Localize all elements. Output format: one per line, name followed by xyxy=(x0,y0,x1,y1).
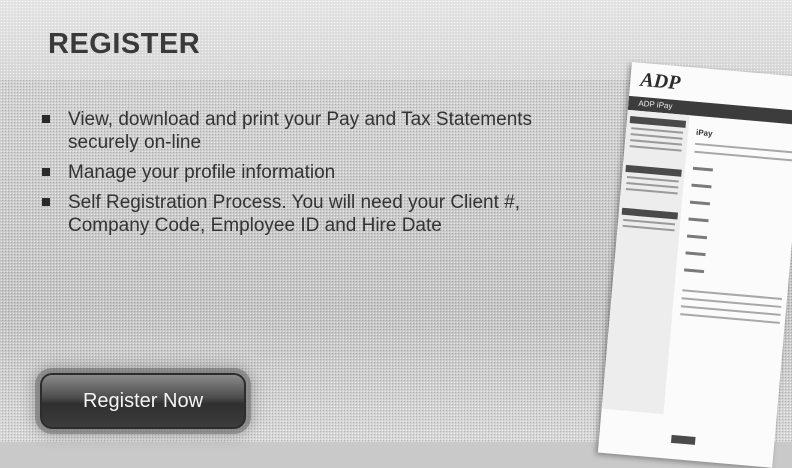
square-bullet-icon xyxy=(42,115,50,123)
thumbnail-line xyxy=(680,313,780,324)
thumbnail-field xyxy=(689,200,711,206)
thumbnail-line xyxy=(694,150,792,162)
page-title: REGISTER xyxy=(48,28,201,60)
thumbnail-sidebar-block xyxy=(629,116,687,128)
thumbnail-field xyxy=(686,234,708,240)
slide-background: REGISTER View, download and print your P… xyxy=(0,0,792,468)
list-item: Manage your profile information xyxy=(42,161,602,184)
register-now-button[interactable]: Register Now xyxy=(40,373,246,429)
thumbnail-field xyxy=(691,183,712,189)
square-bullet-icon xyxy=(42,198,50,206)
thumbnail-submit-button xyxy=(670,434,696,445)
thumbnail-line xyxy=(626,176,679,183)
thumbnail-heading: iPay xyxy=(695,127,713,139)
thumbnail-line xyxy=(623,218,676,226)
thumbnail-field xyxy=(685,251,706,257)
thumbnail-line xyxy=(630,133,683,140)
thumbnail-line xyxy=(631,127,684,134)
thumbnail-line xyxy=(622,224,675,232)
thumbnail-main: iPay xyxy=(680,128,792,324)
thumbnail-line xyxy=(625,187,678,195)
adp-logo: ADP xyxy=(639,68,682,95)
thumbnail-field xyxy=(683,268,705,274)
thumbnail-sidebar-block xyxy=(625,164,682,177)
feature-list: View, download and print your Pay and Ta… xyxy=(42,108,602,244)
list-item: View, download and print your Pay and Ta… xyxy=(42,108,602,154)
list-item-text: Manage your profile information xyxy=(68,162,336,183)
thumbnail-line xyxy=(629,145,682,152)
list-item: Self Registration Process. You will need… xyxy=(42,191,602,237)
list-item-text: Self Registration Process. You will need… xyxy=(68,192,521,236)
square-bullet-icon xyxy=(42,168,50,176)
thumbnail-field xyxy=(692,166,714,172)
thumbnail-field xyxy=(688,217,709,223)
list-item-text: View, download and print your Pay and Ta… xyxy=(68,109,533,153)
thumbnail-line xyxy=(626,181,679,189)
website-screenshot-thumbnail: ADP ADP iPay iPay xyxy=(597,62,792,468)
thumbnail-sidebar xyxy=(601,109,690,415)
thumbnail-line xyxy=(630,139,683,146)
thumbnail-sidebar-block xyxy=(621,207,679,220)
